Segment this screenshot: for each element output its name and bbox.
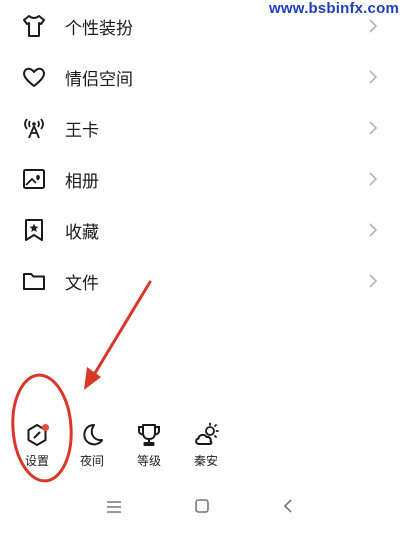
home-nav-button[interactable] [188,496,216,520]
menu-item-label: 收藏 [65,222,99,243]
chevron-right-icon [369,172,378,186]
menu-nav-button[interactable] [100,496,128,520]
heart-icon [20,63,48,91]
chevron-right-icon [369,223,378,237]
bookmark-star-icon [20,216,48,244]
menu-item-album[interactable]: 相册 [0,157,405,201]
night-mode-button[interactable]: 夜间 [68,420,116,476]
weather-icon [191,420,221,450]
menu-item-label: 文件 [65,273,99,294]
chevron-right-icon [369,274,378,288]
settings-icon [22,420,52,450]
quick-tools-bar: 设置 夜间 等级 秦安 [0,420,405,476]
folder-icon [20,267,48,295]
menu-item-king-card[interactable]: 王卡 [0,106,405,150]
system-nav-bar [0,492,405,524]
menu-item-personalization[interactable]: 个性装扮 [0,4,405,48]
menu-item-favorites[interactable]: 收藏 [0,208,405,252]
tool-label: 秦安 [193,454,218,468]
signal-tower-icon [20,114,48,142]
menu-icon [105,499,123,518]
menu-item-files[interactable]: 文件 [0,259,405,303]
chevron-right-icon [369,19,378,33]
moon-icon [77,420,107,450]
trophy-icon [134,420,164,450]
tool-label: 等级 [136,454,161,468]
menu-item-couple-space[interactable]: 情侣空间 [0,55,405,99]
menu-item-label: 情侣空间 [65,69,133,90]
settings-button[interactable]: 设置 [13,420,61,476]
weather-button[interactable]: 秦安 [182,420,230,476]
level-button[interactable]: 等级 [125,420,173,476]
menu-item-label: 相册 [65,171,99,192]
tool-label: 夜间 [79,454,104,468]
tool-label: 设置 [24,454,49,468]
chevron-right-icon [369,121,378,135]
back-nav-button[interactable] [274,496,302,520]
annotation-arrow-head [84,367,101,390]
menu-item-label: 王卡 [65,120,99,141]
notification-badge [42,424,49,431]
tshirt-icon [20,12,48,40]
back-icon [282,498,294,518]
home-square-icon [194,498,210,518]
chevron-right-icon [369,70,378,84]
menu-item-label: 个性装扮 [65,18,133,39]
photo-album-icon [20,165,48,193]
